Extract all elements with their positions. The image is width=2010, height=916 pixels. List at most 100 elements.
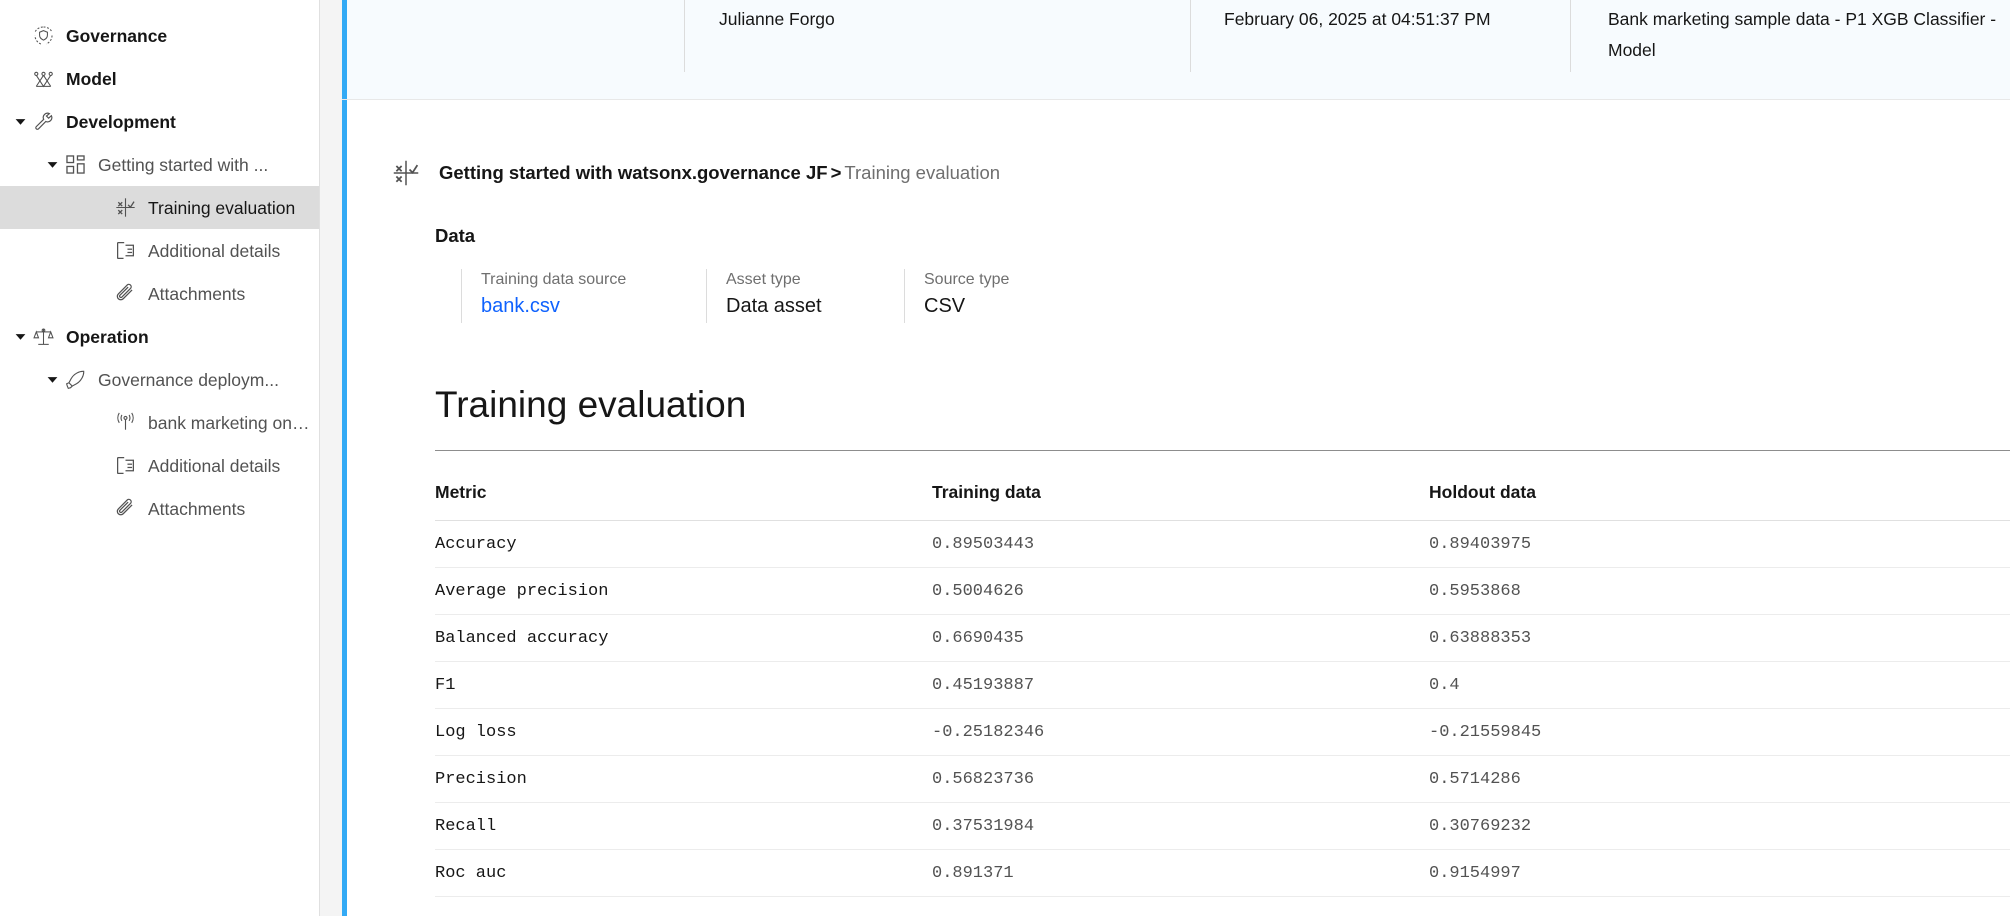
dashboard-grid-icon <box>62 154 88 176</box>
sidebar-navigation: Governance Model Development Getting starte… <box>0 0 320 916</box>
sidebar-item-label: Development <box>66 111 176 132</box>
metric-cell: Balanced accuracy <box>435 614 932 662</box>
holdout-value-cell: 0.9154997 <box>1429 849 2010 897</box>
training-value-cell: 0.45193887 <box>932 661 1429 709</box>
accent-bar-body <box>342 100 347 916</box>
holdout-value-cell: 0.30769232 <box>1429 802 2010 850</box>
column-header-training: Training data <box>932 482 1429 521</box>
training-data-source-link[interactable]: bank.csv <box>481 293 706 320</box>
sidebar-item-model[interactable]: Model <box>0 57 319 100</box>
training-value-cell: 0.6690435 <box>932 614 1429 662</box>
sidebar-item-getting-started-with[interactable]: Getting started with ... <box>0 143 319 186</box>
training-evaluation-table: Metric Training data Holdout data Accura… <box>435 482 2010 897</box>
document-details-icon <box>112 240 138 262</box>
data-card-source-type: Source type CSV <box>904 269 1104 323</box>
sidebar-item-development[interactable]: Development <box>0 100 319 143</box>
data-card-label: Training data source <box>481 271 627 288</box>
table-header-row: Metric Training data Holdout data <box>435 482 2010 521</box>
sidebar-item-label: Operation <box>66 326 149 347</box>
sidebar-item-label: Getting started with ... <box>98 154 269 175</box>
table-row: F1 0.45193887 0.4 <box>435 661 2010 709</box>
training-value-cell: 0.891371 <box>932 849 1429 897</box>
sidebar-item-attachments[interactable]: Attachments <box>0 487 319 530</box>
paperclip-icon <box>112 498 138 520</box>
broadcast-signal-icon <box>112 412 138 434</box>
body-wrapper: Getting started with watsonx.governance … <box>342 100 2010 916</box>
sidebar-item-label: Additional details <box>148 455 281 476</box>
sidebar-item-governance[interactable]: Governance <box>0 14 319 57</box>
table-row: Log loss -0.25182346 -0.21559845 <box>435 708 2010 756</box>
holdout-value-cell: 0.63888353 <box>1429 614 2010 662</box>
sidebar-item-label: Training evaluation <box>148 197 296 218</box>
data-card-label: Source type <box>924 271 1010 288</box>
paperclip-icon <box>112 283 138 305</box>
document-details-icon <box>112 455 138 477</box>
title-divider <box>435 450 2010 451</box>
sidebar-item-training-evaluation[interactable]: Training evaluation <box>0 186 319 229</box>
breadcrumb: Getting started with watsonx.governance … <box>347 100 2010 190</box>
accent-bar <box>342 0 347 99</box>
chevron-down-icon[interactable] <box>42 158 62 171</box>
sidebar-item-label: Governance <box>66 25 168 46</box>
sidebar-gutter <box>320 0 342 916</box>
summary-owner: Julianne Forgo <box>684 0 1190 72</box>
breadcrumb-parent[interactable]: Getting started with watsonx.governance … <box>439 162 828 183</box>
table-row: Precision 0.56823736 0.5714286 <box>435 755 2010 803</box>
model-evaluation-icon <box>112 197 138 219</box>
sidebar-item-operation[interactable]: Operation <box>0 315 319 358</box>
holdout-value-cell: 0.89403975 <box>1429 520 2010 568</box>
training-value-cell: 0.5004626 <box>932 567 1429 615</box>
table-row: Roc auc 0.891371 0.9154997 <box>435 849 2010 897</box>
breadcrumb-text: Getting started with watsonx.governance … <box>439 161 1000 185</box>
summary-cell-empty <box>342 0 684 72</box>
column-header-metric: Metric <box>435 482 932 521</box>
wrench-icon <box>30 111 56 133</box>
metric-cell: Roc auc <box>435 849 932 897</box>
sidebar-item-label: bank marketing onlin.. <box>148 412 310 433</box>
column-header-holdout: Holdout data <box>1429 482 2010 521</box>
summary-asset-name: Bank marketing sample data - P1 XGB Clas… <box>1570 0 2000 72</box>
metric-cell: Precision <box>435 755 932 803</box>
table-row: Average precision 0.5004626 0.5953868 <box>435 567 2010 615</box>
page-title: Training evaluation <box>435 384 747 425</box>
summary-timestamp: February 06, 2025 at 04:51:37 PM <box>1190 0 1570 72</box>
metric-cell: Log loss <box>435 708 932 756</box>
chevron-down-icon[interactable] <box>10 115 30 128</box>
data-card-asset-type: Asset type Data asset <box>706 269 904 323</box>
asset-summary-card: Julianne Forgo February 06, 2025 at 04:5… <box>342 0 2010 100</box>
sidebar-item-additional-details[interactable]: Additional details <box>0 229 319 272</box>
chevron-down-icon[interactable] <box>42 373 62 386</box>
table-row: Balanced accuracy 0.6690435 0.63888353 <box>435 614 2010 662</box>
data-section-heading: Data <box>435 225 476 246</box>
page-content: Getting started with watsonx.governance … <box>347 100 2010 897</box>
holdout-value-cell: -0.21559845 <box>1429 708 2010 756</box>
breadcrumb-separator: > <box>830 162 842 183</box>
app-root: Governance Model Development Getting starte… <box>0 0 2010 916</box>
training-value-cell: 0.37531984 <box>932 802 1429 850</box>
data-card-label: Asset type <box>726 271 801 288</box>
holdout-value-cell: 0.5953868 <box>1429 567 2010 615</box>
metric-cell: Recall <box>435 802 932 850</box>
metric-cell: Accuracy <box>435 520 932 568</box>
holdout-value-cell: 0.4 <box>1429 661 2010 709</box>
sidebar-item-bank-marketing-onlin[interactable]: bank marketing onlin.. <box>0 401 319 444</box>
training-value-cell: -0.25182346 <box>932 708 1429 756</box>
source-type-value: CSV <box>924 295 966 317</box>
sidebar-item-label: Model <box>66 68 117 89</box>
sidebar-item-label: Additional details <box>148 240 281 261</box>
sidebar-item-label: Governance deploym... <box>98 369 279 390</box>
breadcrumb-current: Training evaluation <box>844 162 1001 183</box>
metric-cell: F1 <box>435 661 932 709</box>
sidebar-item-governance-deploym[interactable]: Governance deploym... <box>0 358 319 401</box>
chevron-down-icon[interactable] <box>10 330 30 343</box>
sidebar-item-additional-details[interactable]: Additional details <box>0 444 319 487</box>
training-value-cell: 0.89503443 <box>932 520 1429 568</box>
data-card-training-source: Training data source bank.csv <box>461 269 706 323</box>
sidebar-item-attachments[interactable]: Attachments <box>0 272 319 315</box>
training-value-cell: 0.56823736 <box>932 755 1429 803</box>
table-row: Accuracy 0.89503443 0.89403975 <box>435 520 2010 568</box>
holdout-value-cell: 0.5714286 <box>1429 755 2010 803</box>
metric-cell: Average precision <box>435 567 932 615</box>
sidebar-item-label: Attachments <box>148 283 246 304</box>
asset-type-value: Data asset <box>726 295 822 317</box>
